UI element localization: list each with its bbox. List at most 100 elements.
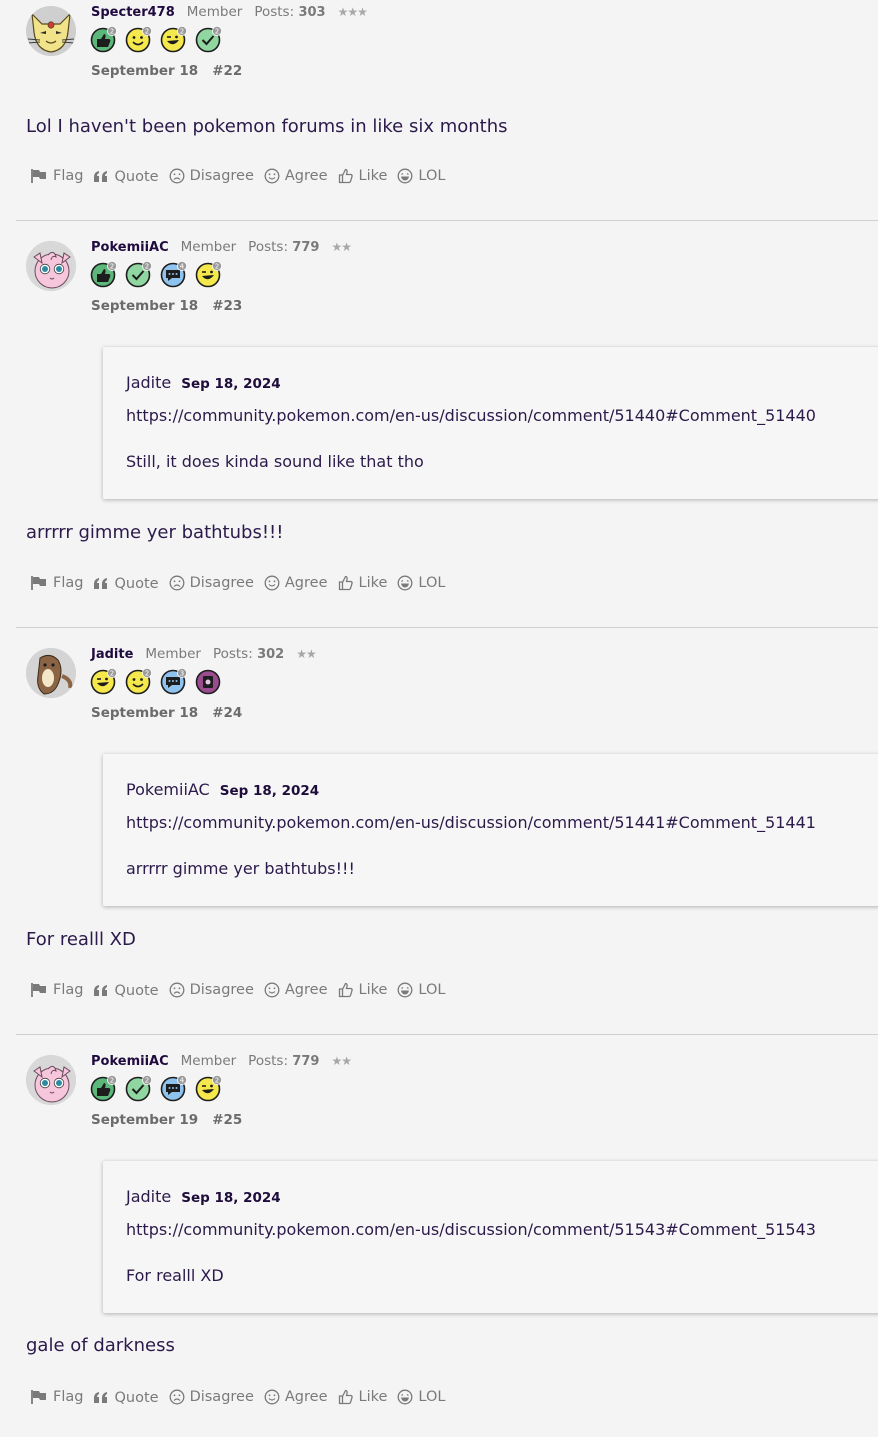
post-datebar: September 19 #25 (91, 1112, 242, 1128)
wink-badge-icon[interactable]: 2 (195, 1075, 222, 1102)
post-date-link[interactable]: September 18 (91, 63, 198, 79)
flag-button[interactable]: Flag (30, 168, 83, 184)
lol-button[interactable]: LOL (397, 1389, 445, 1405)
posts-label: Posts: (254, 4, 295, 20)
badge-count: 4 (180, 1077, 185, 1085)
disagree-label: Disagree (189, 575, 254, 591)
disagree-button[interactable]: Disagree (169, 1389, 254, 1405)
lol-button[interactable]: LOL (397, 168, 445, 184)
user-avatar[interactable] (26, 6, 76, 56)
wink-badge-icon[interactable]: 2 (160, 26, 187, 53)
like-button[interactable]: Like (338, 1389, 388, 1405)
post-number-link[interactable]: #24 (212, 705, 242, 721)
reaction-bar: Flag Quote Disagree Agree Like LOL (30, 982, 455, 1002)
post-divider (16, 1034, 878, 1035)
post-number-link[interactable]: #23 (212, 298, 242, 314)
author-meta: Specter478 Member Posts: 303 ★★★ (91, 4, 368, 24)
post-number-link[interactable]: #22 (212, 63, 242, 79)
badge-row: 2 2 3 (90, 668, 230, 696)
like-label: Like (358, 1389, 388, 1405)
smile-badge-icon[interactable]: 2 (125, 26, 152, 53)
badge-count: 2 (110, 263, 114, 271)
wink-badge-icon[interactable]: 2 (195, 261, 222, 288)
disagree-button[interactable]: Disagree (169, 168, 254, 184)
comment-badge-icon[interactable]: 4 (160, 261, 187, 288)
post-date-link[interactable]: September 18 (91, 298, 198, 314)
badge-row: 2 2 4 2 (90, 1075, 230, 1103)
lol-button[interactable]: LOL (397, 982, 445, 998)
quote-header: Jadite Sep 18, 2024 (126, 373, 281, 392)
posts-label: Posts: (248, 1053, 288, 1069)
post-date-link[interactable]: September 18 (91, 705, 198, 721)
disagree-icon (169, 1389, 190, 1405)
posts-label: Posts: (248, 239, 288, 255)
user-role: Member (186, 4, 243, 20)
post-body: gale of darkness (26, 1335, 175, 1356)
lol-button[interactable]: LOL (397, 575, 445, 591)
flag-button[interactable]: Flag (30, 1389, 83, 1405)
username-link[interactable]: PokemiiAC (91, 1054, 169, 1069)
quote-link[interactable]: https://community.pokemon.com/en-us/disc… (126, 1220, 816, 1239)
disagree-button[interactable]: Disagree (169, 982, 254, 998)
user-avatar[interactable] (26, 1055, 76, 1105)
flag-button[interactable]: Flag (30, 575, 83, 591)
book-badge-icon[interactable] (195, 668, 222, 695)
quote-link[interactable]: https://community.pokemon.com/en-us/disc… (126, 813, 816, 832)
agree-button[interactable]: Agree (264, 1389, 328, 1405)
like-label: Like (358, 982, 388, 998)
comment-badge-icon[interactable]: 4 (160, 1075, 187, 1102)
disagree-button[interactable]: Disagree (169, 575, 254, 591)
agree-label: Agree (284, 168, 328, 184)
check-badge-icon[interactable]: 2 (125, 261, 152, 288)
reaction-bar: Flag Quote Disagree Agree Like LOL (30, 168, 455, 188)
posts-count: 302 (257, 647, 285, 662)
reaction-bar: Flag Quote Disagree Agree Like LOL (30, 1389, 455, 1409)
rank-stars: ★★★ (337, 5, 368, 19)
author-meta: Jadite Member Posts: 302 ★★ (91, 646, 317, 666)
quote-author-link[interactable]: Jadite (126, 373, 171, 392)
flag-icon (30, 168, 53, 184)
rank-stars: ★★ (331, 240, 351, 254)
thumbs-up-badge-icon[interactable]: 2 (90, 1075, 117, 1102)
thumbs-up-badge-icon[interactable]: 2 (90, 261, 117, 288)
agree-button[interactable]: Agree (264, 168, 328, 184)
post-date-link[interactable]: September 19 (91, 1112, 198, 1128)
check-badge-icon[interactable]: 2 (195, 26, 222, 53)
badge-row: 2 2 2 2 (90, 26, 230, 54)
user-avatar[interactable] (26, 241, 76, 291)
flag-icon (30, 982, 53, 998)
thumbs-up-badge-icon[interactable]: 2 (90, 26, 117, 53)
quote-link[interactable]: https://community.pokemon.com/en-us/disc… (126, 406, 816, 425)
blockquote: Jadite Sep 18, 2024 https://community.poke… (103, 347, 878, 499)
quote-author-link[interactable]: Jadite (126, 1187, 171, 1206)
post-number-link[interactable]: #25 (212, 1112, 242, 1128)
badge-count: 2 (215, 263, 219, 271)
quote-text: arrrrr gimme yer bathtubs!!! (126, 859, 355, 878)
quote-button[interactable]: Quote (93, 1390, 159, 1406)
like-button[interactable]: Like (338, 575, 388, 591)
username-link[interactable]: Specter478 (91, 5, 175, 20)
like-button[interactable]: Like (338, 982, 388, 998)
username-link[interactable]: PokemiiAC (91, 240, 169, 255)
flag-label: Flag (53, 168, 84, 184)
quote-button[interactable]: Quote (93, 169, 159, 185)
wink-badge-icon[interactable]: 2 (90, 668, 117, 695)
smile-badge-icon[interactable]: 2 (125, 668, 152, 695)
like-label: Like (358, 575, 388, 591)
like-button[interactable]: Like (338, 168, 387, 184)
quote-author-link[interactable]: PokemiiAC (126, 780, 210, 799)
lol-label: LOL (418, 982, 446, 998)
quote-button[interactable]: Quote (93, 576, 159, 592)
username-link[interactable]: Jadite (91, 647, 133, 662)
agree-button[interactable]: Agree (264, 575, 328, 591)
agree-button[interactable]: Agree (264, 982, 328, 998)
user-avatar[interactable] (26, 648, 76, 698)
lol-icon (397, 575, 418, 591)
comment-badge-icon[interactable]: 3 (160, 668, 187, 695)
quote-label: Quote (114, 1390, 159, 1406)
quote-label: Quote (114, 576, 159, 592)
flag-button[interactable]: Flag (30, 982, 83, 998)
check-badge-icon[interactable]: 2 (125, 1075, 152, 1102)
flag-icon (30, 575, 53, 591)
quote-button[interactable]: Quote (93, 983, 159, 999)
